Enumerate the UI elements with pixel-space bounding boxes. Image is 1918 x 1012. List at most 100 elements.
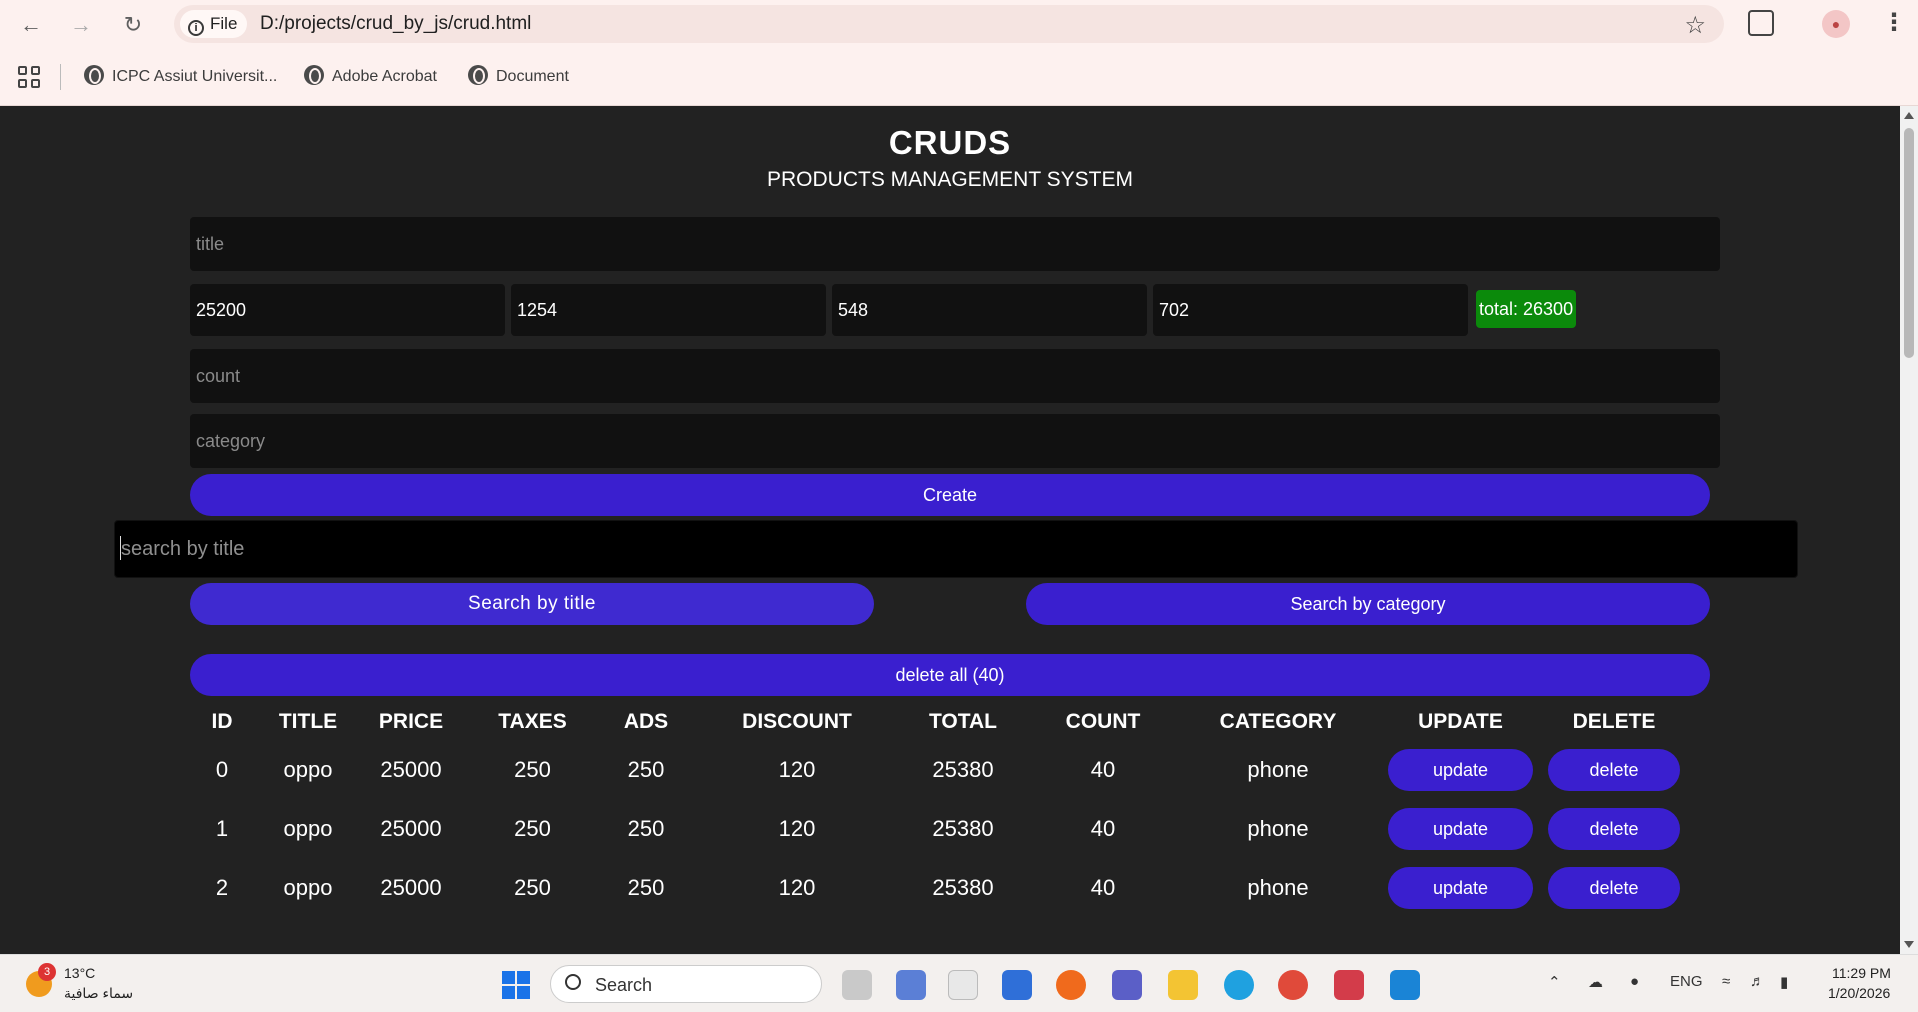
taxes-input[interactable]: [511, 284, 826, 336]
apps-grid-icon[interactable]: [18, 66, 40, 88]
page-scrollbar[interactable]: [1900, 106, 1918, 954]
cell-title: oppo: [283, 815, 333, 841]
store-icon[interactable]: [948, 970, 978, 1000]
bookmark-document[interactable]: Document: [468, 64, 569, 90]
page-subtitle: PRODUCTS MANAGEMENT SYSTEM: [767, 168, 1133, 191]
title-input[interactable]: [190, 217, 1720, 271]
header-total: TOTAL: [928, 710, 998, 733]
cell-update: update: [1379, 858, 1542, 917]
mail-icon[interactable]: [1002, 970, 1032, 1000]
cell-total: 25380: [932, 874, 994, 900]
search-by-category-button[interactable]: Search by category: [1026, 583, 1710, 625]
menu-dots-icon[interactable]: ⋮: [1882, 8, 1906, 37]
create-button[interactable]: Create: [190, 474, 1710, 516]
volume-icon[interactable]: ♬: [1750, 973, 1765, 990]
bookmark-icpc[interactable]: ICPC Assiut Universit...: [84, 64, 277, 90]
clock-time[interactable]: 11:29 PM: [1832, 965, 1891, 981]
firefox-icon[interactable]: [1056, 970, 1086, 1000]
info-icon: i: [188, 20, 204, 36]
forward-arrow-icon[interactable]: →: [68, 12, 94, 38]
cell-discount: 120: [778, 874, 816, 900]
search-icon: [565, 974, 581, 990]
search-by-title-button[interactable]: Search by title: [190, 583, 874, 625]
cell-taxes: 250: [514, 874, 551, 900]
address-bar[interactable]: i File D:/projects/crud_by_js/crud.html ☆: [174, 5, 1724, 43]
file-explorer-icon[interactable]: [1168, 970, 1198, 1000]
page-content: CRUDS PRODUCTS MANAGEMENT SYSTEM total: …: [0, 106, 1900, 954]
edge-icon[interactable]: [1224, 970, 1254, 1000]
scroll-thumb[interactable]: [1904, 128, 1914, 358]
site-info-chip[interactable]: i File: [180, 10, 248, 38]
cell-title: oppo: [283, 756, 333, 782]
page-title: CRUDS: [888, 124, 1012, 161]
cell-category: phone: [1247, 756, 1309, 782]
widgets-icon[interactable]: [896, 970, 926, 1000]
weather-desc: سماء صافية: [64, 985, 134, 1001]
bookmark-star-icon[interactable]: ☆: [1684, 11, 1706, 40]
delete-button[interactable]: delete: [1548, 807, 1680, 850]
bookmark-adobe-acrobat[interactable]: Adobe Acrobat: [304, 64, 437, 90]
header-title: TITLE: [278, 710, 338, 733]
clock-date[interactable]: 1/20/2026: [1828, 985, 1890, 1001]
update-button[interactable]: update: [1388, 748, 1533, 791]
cell-update: update: [1379, 740, 1542, 799]
cell-delete: delete: [1542, 799, 1686, 858]
teams-icon[interactable]: [1112, 970, 1142, 1000]
extensions-icon[interactable]: [1748, 10, 1774, 36]
cell-ads: 250: [627, 874, 665, 900]
bookmarks-bar: ICPC Assiut Universit... Adobe Acrobat D…: [0, 48, 1918, 106]
scroll-down-arrow-icon[interactable]: [1904, 941, 1914, 948]
taskbar-search-label: Search: [595, 975, 653, 995]
price-input[interactable]: [190, 284, 505, 336]
language-indicator[interactable]: ENG: [1670, 973, 1703, 990]
profile-avatar[interactable]: ●: [1822, 10, 1850, 38]
update-button[interactable]: update: [1388, 866, 1533, 909]
wifi-icon[interactable]: ≈: [1722, 973, 1730, 990]
onedrive-icon[interactable]: ☁: [1588, 973, 1603, 991]
cell-count: 40: [1090, 815, 1116, 841]
header-taxes: TAXES: [498, 710, 567, 733]
update-button[interactable]: update: [1388, 807, 1533, 850]
delete-button[interactable]: delete: [1548, 866, 1680, 909]
weather-temp: 13°C: [64, 965, 96, 981]
delete-all-button[interactable]: delete all (40): [190, 654, 1710, 696]
url-text[interactable]: D:/projects/crud_by_js/crud.html: [260, 5, 531, 43]
discount-input[interactable]: [1153, 284, 1468, 336]
header-id: ID: [211, 710, 233, 733]
delete-button[interactable]: delete: [1548, 748, 1680, 791]
table-row: 1 oppo 25000 250 250 120 25380 40 phone …: [180, 799, 1686, 858]
taskbar-search[interactable]: Search: [550, 965, 822, 1003]
count-input[interactable]: [190, 349, 1720, 403]
reload-icon[interactable]: ↻: [120, 12, 146, 38]
bookmark-label: Document: [496, 68, 569, 85]
cell-category: phone: [1247, 815, 1309, 841]
microphone-icon[interactable]: ●: [1630, 973, 1639, 990]
scroll-up-arrow-icon[interactable]: [1904, 112, 1914, 119]
snipping-tool-icon[interactable]: [1334, 970, 1364, 1000]
cell-update: update: [1379, 799, 1542, 858]
cell-total: 25380: [932, 756, 994, 782]
search-input[interactable]: [114, 520, 1798, 578]
site-info-label: File: [210, 14, 238, 33]
battery-icon[interactable]: ▮: [1780, 973, 1788, 991]
cell-count: 40: [1090, 874, 1116, 900]
ads-input[interactable]: [832, 284, 1147, 336]
cell-id: 1: [215, 815, 229, 841]
category-input[interactable]: [190, 414, 1720, 468]
bookmark-label: Adobe Acrobat: [332, 68, 437, 85]
bookmarks-separator: [60, 64, 61, 90]
cell-category: phone: [1247, 874, 1309, 900]
header-count: COUNT: [1065, 710, 1141, 733]
weather-badge: 3: [38, 963, 56, 981]
back-arrow-icon[interactable]: ←: [18, 12, 44, 38]
text-caret: [120, 536, 121, 560]
vscode-icon[interactable]: [1390, 970, 1420, 1000]
chrome-icon[interactable]: [1278, 970, 1308, 1000]
header-category: CATEGORY: [1219, 710, 1337, 733]
header-delete: DELETE: [1572, 710, 1656, 733]
task-view-icon[interactable]: [842, 970, 872, 1000]
windows-start-icon[interactable]: [502, 971, 530, 999]
header-discount: DISCOUNT: [742, 710, 852, 733]
cell-ads: 250: [627, 756, 665, 782]
tray-chevron-up-icon[interactable]: ⌃: [1548, 973, 1561, 991]
